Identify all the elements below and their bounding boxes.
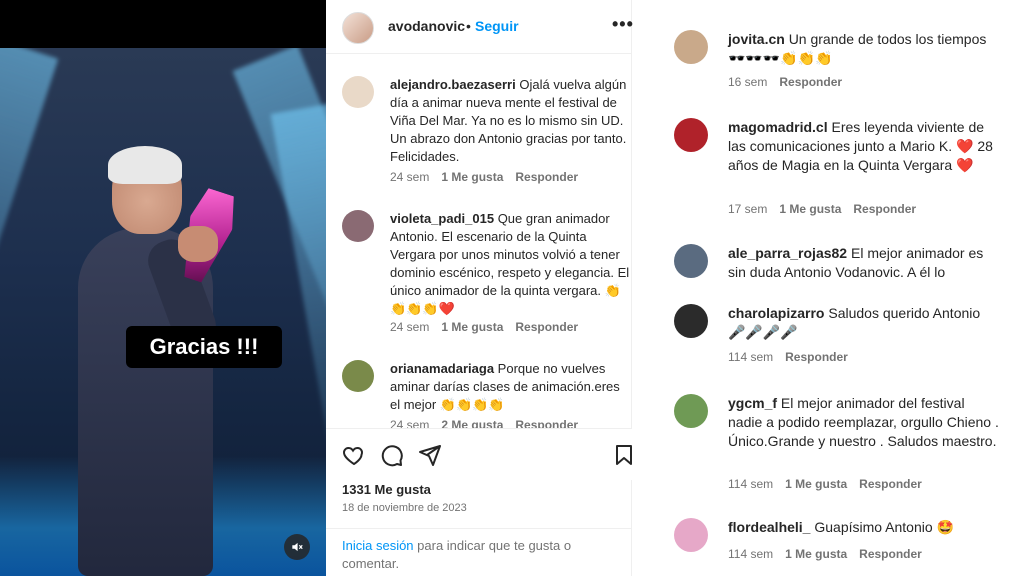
follow-button[interactable]: Seguir [475,18,519,34]
comment-username[interactable]: violeta_padi_015 [390,211,494,226]
more-options-icon[interactable]: ••• [612,14,634,35]
like-heart-icon[interactable] [342,443,366,467]
comment-text: violeta_padi_015 Que gran animador Anton… [390,210,630,318]
comment-like-count[interactable]: 1 Me gusta [779,202,841,216]
commenter-avatar[interactable] [674,518,708,552]
stage-light [0,48,59,459]
post-details: avodanovic • Seguir ••• alejandro.baezas… [326,0,634,576]
login-link[interactable]: Inicia sesión [342,538,414,553]
comment-meta: 114 sem Responder [728,350,860,364]
comment-username[interactable]: orianamadariaga [390,361,494,376]
comment-like-count[interactable]: 1 Me gusta [785,547,847,561]
comment-meta: 114 sem 1 Me gusta Responder [728,477,934,491]
commenter-avatar[interactable] [674,118,708,152]
presenter-hand [178,226,218,262]
comment-username[interactable]: ygcm_f [728,395,777,411]
comment-meta: 16 sem Responder [728,75,854,89]
comment-like-count[interactable]: 1 Me gusta [785,477,847,491]
action-bar [326,428,632,480]
comment-username[interactable]: jovita.cn [728,31,785,47]
comment-text: ale_parra_rojas82 El mejor animador es s… [728,244,1000,282]
comment-body: Que gran animador Antonio. El escenario … [390,211,630,316]
presenter-hair [108,146,182,184]
comment-username[interactable]: flordealheli_ [728,519,810,535]
video-caption: Gracias !!! [126,326,282,368]
reply-button[interactable]: Responder [515,320,578,334]
comment-time: 17 sem [728,202,768,216]
commenter-avatar[interactable] [342,76,374,108]
comment-body: Guapísimo Antonio 🤩 [814,519,954,535]
comment-text: charolapizarro Saludos querido Antonio 🎤… [728,304,1000,342]
comment-meta: 24 sem 1 Me gusta Responder [390,320,590,334]
login-prompt: Inicia sesión para indicar que te gusta … [326,528,632,576]
comment-username[interactable]: ale_parra_rojas82 [728,245,847,261]
reply-button[interactable]: Responder [859,477,922,491]
comment-bubble-icon[interactable] [380,443,404,467]
commenter-avatar[interactable] [342,360,374,392]
commenter-avatar[interactable] [674,244,708,278]
separator-dot: • [466,18,471,34]
like-count[interactable]: 1331 Me gusta [342,482,431,497]
video-frame[interactable] [0,48,326,576]
comment-username[interactable]: alejandro.baezaserri [390,77,516,92]
reply-button[interactable]: Responder [853,202,916,216]
author-username[interactable]: avodanovic [388,18,465,34]
comment-meta: 114 sem 1 Me gusta Responder [728,547,934,561]
post-header: avodanovic • Seguir ••• [326,0,634,54]
reply-button[interactable]: Responder [785,350,848,364]
comment-text: magomadrid.cl Eres leyenda viviente de l… [728,118,1000,175]
commenter-avatar[interactable] [342,210,374,242]
commenter-avatar[interactable] [674,30,708,64]
share-send-icon[interactable] [418,443,442,467]
comment-like-count[interactable]: 1 Me gusta [441,320,503,334]
comment-text: ygcm_f El mejor animador del festival na… [728,394,1000,451]
comment-text: jovita.cn Un grande de todos los tiempos… [728,30,1000,68]
speaker-muted-icon[interactable] [284,534,310,560]
comment-username[interactable]: charolapizarro [728,305,824,321]
comment-meta: 24 sem 1 Me gusta Responder [390,170,590,184]
commenter-avatar[interactable] [674,394,708,428]
comment-time: 114 sem [728,477,774,491]
comment-like-count[interactable]: 1 Me gusta [441,170,503,184]
post-media[interactable]: Gracias !!! [0,0,326,576]
reply-button[interactable]: Responder [859,547,922,561]
reply-button[interactable]: Responder [515,170,578,184]
comment-text: alejandro.baezaserri Ojalá vuelva algún … [390,76,630,166]
comment-time: 114 sem [728,350,774,364]
commenter-avatar[interactable] [674,304,708,338]
comment-time: 24 sem [390,320,430,334]
post-date: 18 de noviembre de 2023 [342,502,467,514]
comment-time: 24 sem [390,170,430,184]
comment-username[interactable]: magomadrid.cl [728,119,828,135]
instagram-post-window: Gracias !!! avodanovic • Seguir ••• alej… [0,0,1024,576]
reply-button[interactable]: Responder [779,75,842,89]
comment-meta: 17 sem 1 Me gusta Responder [728,202,928,216]
comment-list-continued[interactable]: jovita.cn Un grande de todos los tiempos… [632,0,1024,576]
comment-time: 16 sem [728,75,768,89]
comment-time: 114 sem [728,547,774,561]
comment-text: flordealheli_ Guapísimo Antonio 🤩 [728,518,1000,537]
comment-text: orianamadariaga Porque no vuelves aminar… [390,360,630,414]
author-avatar[interactable] [342,12,374,44]
